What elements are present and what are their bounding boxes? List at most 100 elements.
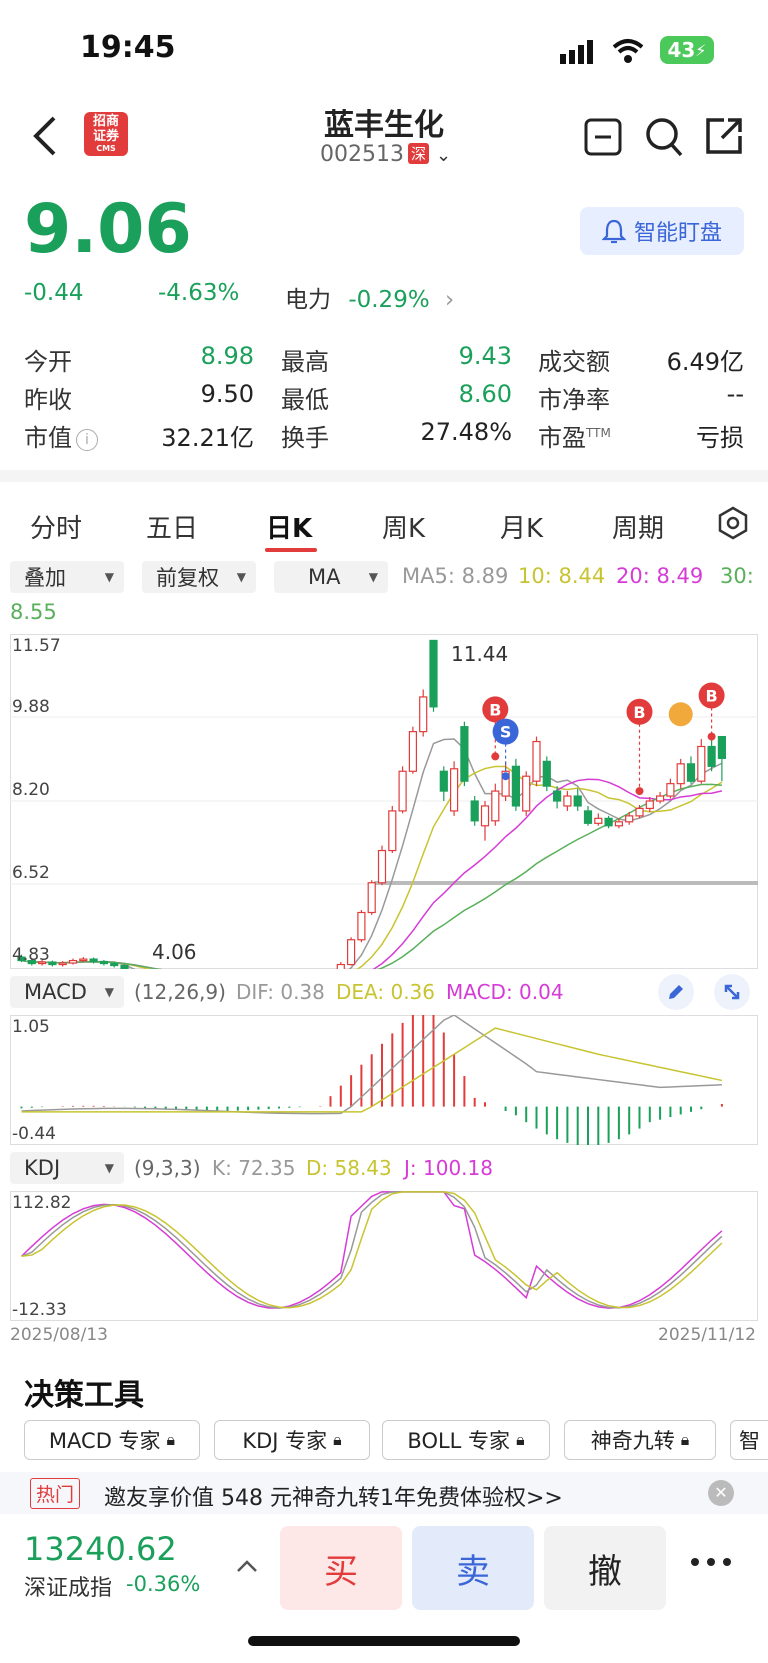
- stat-label-prev-close: 昨收: [24, 386, 72, 414]
- candle: [439, 766, 448, 801]
- candle: [594, 813, 603, 826]
- kdj-ytick-2: -12.33: [12, 1300, 67, 1320]
- ma20-label: 20: 8.49: [616, 564, 704, 588]
- sell-button[interactable]: 卖: [412, 1526, 534, 1610]
- caret-down-icon: ▼: [236, 570, 246, 584]
- candle: [532, 736, 541, 787]
- adjust-label: 前复权: [156, 566, 219, 590]
- candle: [522, 771, 531, 816]
- tab-weekly-k[interactable]: 周K: [382, 508, 425, 545]
- stat-label-pb: 市净率: [538, 386, 610, 414]
- edit-icon[interactable]: [658, 974, 694, 1010]
- expand-icon[interactable]: [714, 974, 750, 1010]
- trade-marker[interactable]: B: [698, 682, 725, 741]
- share-icon[interactable]: [704, 116, 744, 156]
- candle: [511, 758, 520, 811]
- tab-daily-k[interactable]: 日K: [266, 508, 312, 545]
- candle-body: [357, 911, 366, 941]
- candle-body: [563, 795, 572, 807]
- trade-marker[interactable]: B: [626, 698, 653, 796]
- candle-body: [655, 795, 665, 802]
- candle: [419, 689, 428, 737]
- sector-link[interactable]: 电力 -0.29% ›: [285, 280, 454, 314]
- more-icon[interactable]: [686, 1550, 736, 1574]
- candle: [429, 639, 438, 712]
- candle-body: [614, 821, 624, 827]
- kline-ytick-1: 11.57: [12, 636, 61, 656]
- stat-label-mktcap[interactable]: 市值 i: [24, 418, 98, 453]
- marker-label: B: [633, 703, 645, 722]
- macd-ytick-2: -0.44: [12, 1124, 56, 1144]
- candle-body: [89, 958, 98, 963]
- stat-label-high: 最高: [281, 348, 329, 376]
- ma10-line: [21, 765, 723, 969]
- tab-five-day[interactable]: 五日: [146, 508, 198, 545]
- candle-body: [408, 731, 417, 772]
- adjust-dropdown[interactable]: 前复权 ▼: [142, 561, 256, 593]
- candle: [336, 962, 345, 969]
- kline-chart[interactable]: BSBB: [10, 634, 758, 969]
- candle: [604, 815, 613, 829]
- stats-grid: 今开 8.98 最高 9.43 成交额 6.49亿 昨收 9.50 最低 8.6…: [24, 342, 744, 462]
- promo-banner[interactable]: 热门 邀友享价值 548 元神奇九转1年免费体验权>> ✕: [0, 1472, 768, 1514]
- marker-label: S: [500, 723, 512, 742]
- kline-ytick-5: 4.83: [12, 945, 50, 965]
- settings-icon[interactable]: [716, 506, 750, 540]
- candle-body: [347, 939, 356, 966]
- indicator-label: MA: [308, 565, 341, 589]
- bell-icon: [601, 219, 626, 244]
- kdj-ytick-1: 112.82: [12, 1193, 72, 1213]
- candle: [58, 961, 67, 967]
- tab-period[interactable]: 周期: [612, 508, 664, 545]
- indicator-dropdown[interactable]: MA ▼: [274, 561, 388, 593]
- tab-monthly-k[interactable]: 月K: [500, 508, 543, 545]
- tab-intraday[interactable]: 分时: [30, 508, 82, 545]
- price-change: -0.44: [24, 280, 84, 306]
- candle: [347, 937, 356, 966]
- macd-dea: DEA: 0.36: [336, 980, 435, 1004]
- cancel-order-button[interactable]: 撤: [544, 1526, 666, 1610]
- tool-label: KDJ 专家: [242, 1429, 328, 1453]
- sector-label: 电力: [285, 287, 331, 313]
- candle: [491, 783, 500, 826]
- stat-value-amount: 6.49亿: [666, 348, 744, 376]
- candle: [717, 735, 727, 782]
- kdj-dropdown[interactable]: KDJ ▼: [10, 1152, 124, 1184]
- tool-more[interactable]: 智: [730, 1420, 768, 1460]
- tool-label: MACD 专家: [48, 1429, 161, 1453]
- macd-chart: [10, 1015, 758, 1145]
- candle-body: [450, 768, 459, 812]
- close-icon[interactable]: ✕: [708, 1480, 734, 1506]
- smart-watch-button[interactable]: 智能盯盘: [580, 207, 744, 255]
- kdj-k: K: 72.35: [212, 1156, 296, 1180]
- tool-boll-expert[interactable]: BOLL 专家 🔒︎: [382, 1420, 550, 1460]
- stock-code-row[interactable]: 002513 深 ⌄: [320, 142, 451, 167]
- overlay-dropdown[interactable]: 叠加 ▼: [10, 561, 124, 593]
- battery-icon: 43 ⚡: [660, 36, 714, 64]
- candle: [68, 958, 78, 965]
- candle: [563, 791, 572, 811]
- caret-down-icon: ▼: [104, 1161, 114, 1175]
- current-price: 9.06: [24, 190, 192, 269]
- candle: [697, 739, 706, 784]
- info-icon[interactable]: i: [76, 429, 98, 451]
- macd-dropdown[interactable]: MACD ▼: [10, 976, 124, 1008]
- tool-label: 神奇九转: [590, 1429, 675, 1453]
- candle-body: [532, 740, 541, 782]
- search-icon[interactable]: [644, 116, 684, 158]
- stat-label-low: 最低: [281, 386, 329, 414]
- status-time: 19:45: [80, 30, 176, 65]
- minus-box-icon[interactable]: [584, 118, 622, 156]
- kdj-label: KDJ: [24, 1156, 61, 1180]
- buy-button[interactable]: 买: [280, 1526, 402, 1610]
- tool-macd-expert[interactable]: MACD 专家 🔒︎: [24, 1420, 200, 1460]
- candle: [655, 792, 665, 804]
- candle-body: [666, 783, 675, 797]
- tool-magic-nine[interactable]: 神奇九转 🔒︎: [564, 1420, 716, 1460]
- index-name: 深证成指: [24, 1576, 113, 1601]
- wifi-icon: [612, 38, 644, 64]
- stat-label-mktcap-text: 市值: [24, 424, 72, 452]
- chevron-up-icon[interactable]: [234, 1556, 260, 1576]
- tool-kdj-expert[interactable]: KDJ 专家 🔒︎: [214, 1420, 370, 1460]
- caret-down-icon: ▼: [104, 985, 114, 999]
